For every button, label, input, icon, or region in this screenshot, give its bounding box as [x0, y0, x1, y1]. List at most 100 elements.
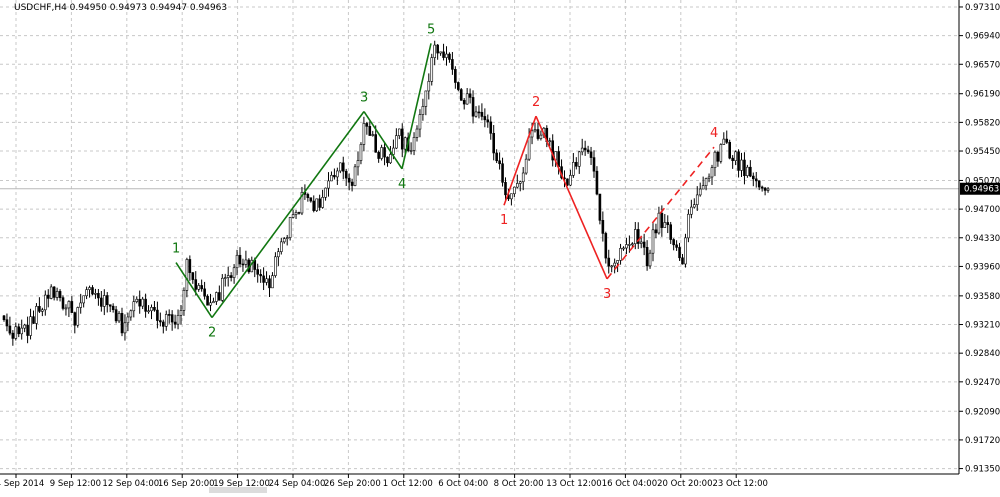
candle-body-up: [690, 206, 693, 215]
candle-body-up: [182, 290, 186, 311]
candle-body-up: [49, 286, 53, 299]
candle-body-up: [740, 159, 743, 171]
candle-body-up: [746, 166, 749, 176]
candle-body-up: [123, 322, 127, 334]
y-tick-label: 0.97310: [965, 3, 1000, 13]
candle-body-down: [592, 157, 596, 172]
candle-body-down: [153, 307, 156, 311]
candle-body-down: [194, 279, 198, 290]
candle-body-down: [167, 314, 171, 316]
candle-body-up: [330, 174, 333, 182]
y-tick-label: 0.91350: [965, 465, 1000, 475]
candle-body-down: [38, 306, 41, 312]
y-tick-label: 0.95450: [965, 147, 1000, 157]
candle-body-down: [456, 82, 460, 90]
x-tick-label: 13 Oct 12:00: [546, 479, 601, 489]
candle-body-up: [244, 259, 248, 265]
candle-body-down: [368, 126, 372, 136]
candle-body-up: [569, 175, 572, 186]
candle-body-down: [383, 147, 386, 158]
candle-body-up: [164, 314, 168, 327]
candle-body-down: [341, 162, 345, 172]
candle-body-up: [701, 185, 705, 190]
y-tick-label: 0.91720: [965, 436, 1000, 446]
candle-body-up: [353, 166, 357, 186]
candle-body-up: [518, 181, 522, 184]
candle-body-up: [698, 188, 702, 196]
candle-body-down: [731, 157, 734, 161]
y-tick-label: 0.93580: [965, 292, 1000, 302]
candle-body-up: [43, 294, 47, 311]
candle-body-up: [185, 259, 189, 291]
candle-body-up: [282, 238, 286, 243]
candle-body-down: [725, 138, 729, 143]
scroll-marker: [209, 487, 267, 493]
candle-body-up: [619, 247, 622, 261]
candle-body-up: [14, 326, 18, 339]
green-wave-label: 1: [172, 242, 180, 257]
candle-body-up: [359, 144, 363, 161]
candle-body-down: [477, 111, 481, 114]
candle-body-down: [138, 298, 141, 307]
candle-body-down: [108, 304, 112, 307]
price-chart[interactable]: 1 2 3 4 5 1 2 3 4 0.97310 0.96940 0.96570 0.96190 0.…: [0, 0, 1000, 493]
candle-body-down: [760, 186, 764, 189]
candle-body-down: [448, 53, 451, 60]
candle-body-down: [170, 314, 174, 323]
candle-body-down: [2, 315, 6, 321]
candle-body-down: [672, 239, 675, 246]
candle-body-down: [229, 275, 233, 278]
candle-body-up: [226, 275, 230, 278]
candle-body-up: [291, 214, 295, 218]
candle-body-up: [684, 237, 687, 265]
green-wave-label: 3: [360, 91, 368, 106]
y-tick-label: 0.94700: [965, 205, 1000, 215]
candle-body-up: [639, 241, 643, 244]
red-wave-label: 4: [710, 126, 718, 141]
candle-body-down: [111, 305, 115, 310]
candle-body-up: [418, 114, 422, 130]
candle-body-up: [315, 198, 319, 211]
candle-body-down: [454, 69, 457, 83]
candle-body-up: [577, 151, 581, 167]
x-tick-label: 4 Sep 2014: [0, 479, 44, 489]
candle-body-up: [710, 167, 714, 178]
candle-body-up: [29, 316, 32, 336]
candle-body-up: [141, 298, 144, 307]
candle-body-down: [486, 119, 490, 123]
candle-body-down: [32, 316, 35, 324]
candle-body-up: [572, 161, 575, 176]
candle-body-up: [212, 301, 215, 304]
candle-body-down: [604, 233, 608, 259]
candle-body-up: [539, 134, 543, 139]
candle-body-down: [751, 175, 755, 180]
candle-body-down: [259, 274, 262, 277]
x-tick-label: 8 Oct 20:00: [494, 479, 544, 489]
candle-body-down: [386, 156, 389, 164]
candle-body-up: [215, 292, 218, 302]
candle-body-down: [70, 301, 74, 313]
candle-body-up: [513, 186, 516, 195]
candle-body-up: [524, 158, 528, 174]
candle-body-down: [654, 229, 658, 234]
candle-body-up: [548, 140, 552, 143]
candle-body-down: [589, 151, 593, 158]
candle-body-down: [495, 152, 498, 162]
candle-body-up: [692, 204, 696, 208]
candle-body-up: [67, 301, 71, 309]
x-tick-label: 9 Sep 12:00: [50, 479, 101, 489]
candle-body-up: [734, 151, 737, 161]
candle-body-up: [687, 213, 690, 239]
x-tick-label: 23 Oct 12:00: [712, 479, 767, 489]
candle-body-down: [156, 309, 159, 321]
candle-body-up: [356, 160, 360, 168]
candle-body-down: [471, 97, 475, 117]
candle-body-up: [179, 310, 183, 316]
candle-body-down: [8, 325, 12, 334]
candle-body-up: [409, 150, 413, 152]
candle-body-up: [465, 93, 469, 105]
candle-body-up: [371, 134, 375, 136]
y-tick-label: 0.92840: [965, 349, 1000, 359]
candle-body-down: [489, 121, 493, 134]
candle-body-down: [241, 263, 245, 266]
